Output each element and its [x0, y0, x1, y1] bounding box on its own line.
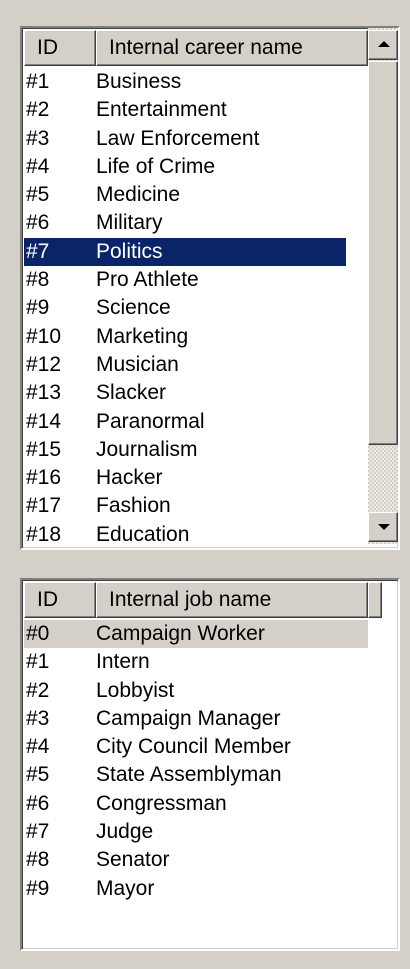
row-id: #6	[26, 211, 50, 235]
row-id: #4	[26, 735, 50, 759]
list-item[interactable]: #1 Business	[24, 68, 346, 96]
row-id: #4	[26, 154, 50, 178]
row-id: #8	[26, 268, 50, 292]
list-item[interactable]: #10 Marketing	[24, 323, 346, 351]
list-item[interactable]: #2 Entertainment	[24, 96, 346, 124]
row-name: Pro Athlete	[96, 268, 199, 292]
column-header-career-name[interactable]: Internal career name	[96, 30, 368, 66]
list-item[interactable]: #5 Medicine	[24, 181, 346, 209]
list-item[interactable]: #1 Intern	[24, 648, 368, 676]
row-name: Congressman	[96, 791, 227, 815]
row-name: Education	[96, 522, 190, 546]
list-item[interactable]: #3 Campaign Manager	[24, 705, 368, 733]
row-name: Campaign Manager	[96, 706, 281, 730]
scroll-thumb[interactable]	[368, 61, 398, 445]
row-id: #3	[26, 126, 50, 150]
row-name: Law Enforcement	[96, 126, 260, 150]
row-name: Intern	[96, 650, 150, 674]
row-id: #0	[26, 622, 50, 645]
row-name: Lobbyist	[96, 678, 175, 702]
job-listview[interactable]: ID Internal job name #0 Campaign Worker #1…	[20, 578, 400, 951]
list-item[interactable]: #6 Military	[24, 209, 346, 237]
list-item[interactable]: #3 Law Enforcement	[24, 125, 346, 153]
arrow-down-icon	[378, 524, 390, 530]
row-id: #5	[26, 763, 50, 787]
row-id: #5	[26, 183, 50, 207]
career-scrollbar[interactable]	[368, 28, 398, 544]
row-name: Musician	[96, 352, 179, 376]
scroll-up-button[interactable]	[368, 30, 398, 60]
list-item[interactable]: #12 Musician	[24, 351, 346, 379]
column-header-id[interactable]: ID	[24, 582, 96, 618]
career-list-header: ID Internal career name	[24, 30, 382, 66]
row-name: Marketing	[96, 324, 189, 348]
list-item[interactable]: #18 Education	[24, 521, 346, 548]
list-item[interactable]: #17 Fashion	[24, 492, 346, 520]
row-id: #15	[26, 437, 62, 461]
list-item[interactable]: #6 Congressman	[24, 790, 368, 818]
row-id: #18	[26, 522, 62, 546]
row-name: Judge	[96, 820, 154, 844]
row-id: #17	[26, 494, 62, 518]
row-name: Paranormal	[96, 409, 205, 433]
list-item[interactable]: #14 Paranormal	[24, 408, 346, 436]
row-id: #16	[26, 466, 62, 490]
row-name: Campaign Worker	[96, 622, 265, 645]
row-id: #7	[26, 820, 50, 844]
row-id: #2	[26, 98, 50, 122]
row-id: #13	[26, 381, 62, 405]
list-item[interactable]: #5 State Assemblyman	[24, 761, 368, 789]
job-rows: #0 Campaign Worker #1 Intern #2 Lobbyist #3 Cam…	[24, 620, 398, 903]
list-item[interactable]: #4 City Council Member	[24, 733, 368, 761]
list-item[interactable]: #16 Hacker	[24, 464, 346, 492]
arrow-up-icon	[378, 41, 390, 47]
column-header-job-name[interactable]: Internal job name	[96, 582, 368, 618]
row-name: Medicine	[96, 183, 181, 207]
job-list-header: ID Internal job name	[24, 582, 382, 618]
list-item[interactable]: #8 Senator	[24, 846, 368, 874]
row-id: #8	[26, 848, 50, 872]
list-item[interactable]: #15 Journalism	[24, 436, 346, 464]
row-name: Science	[96, 296, 171, 320]
row-id: #9	[26, 876, 50, 900]
row-id: #14	[26, 409, 62, 433]
row-name: Hacker	[96, 466, 163, 490]
row-id: #10	[26, 324, 62, 348]
list-item[interactable]: #9 Mayor	[24, 875, 368, 903]
row-name: Journalism	[96, 437, 198, 461]
row-id: #9	[26, 296, 50, 320]
row-name: City Council Member	[96, 735, 291, 759]
column-header-id[interactable]: ID	[24, 30, 96, 66]
row-name: Politics	[96, 239, 163, 263]
row-name: Fashion	[96, 494, 171, 518]
list-item[interactable]: #13 Slacker	[24, 379, 346, 407]
column-header-filler	[368, 582, 382, 618]
list-item[interactable]: #7 Judge	[24, 818, 368, 846]
row-name: Mayor	[96, 876, 155, 900]
career-listview[interactable]: ID Internal career name #1 Business #2 Ente…	[20, 26, 400, 550]
list-item[interactable]: #9 Science	[24, 294, 346, 322]
list-item[interactable]: #2 Lobbyist	[24, 677, 368, 705]
list-item[interactable]: #8 Pro Athlete	[24, 266, 346, 294]
row-id: #1	[26, 650, 50, 674]
row-name: Entertainment	[96, 98, 227, 122]
career-rows: #1 Business #2 Entertainment #3 Law Enforceme…	[24, 68, 398, 548]
row-name: Slacker	[96, 381, 167, 405]
row-name: Life of Crime	[96, 154, 216, 178]
scroll-down-button[interactable]	[368, 512, 398, 542]
row-id: #1	[26, 70, 50, 93]
list-item[interactable]: #0 Campaign Worker	[24, 620, 368, 649]
row-id: #6	[26, 791, 50, 815]
row-id: #2	[26, 678, 50, 702]
row-name: State Assemblyman	[96, 763, 282, 787]
row-name: Military	[96, 211, 163, 235]
row-name: Senator	[96, 848, 170, 872]
row-name: Business	[96, 70, 182, 93]
row-id: #12	[26, 352, 62, 376]
row-id: #7	[26, 239, 50, 263]
list-item[interactable]: #7 Politics	[24, 237, 346, 267]
list-item[interactable]: #4 Life of Crime	[24, 153, 346, 181]
row-id: #3	[26, 706, 50, 730]
